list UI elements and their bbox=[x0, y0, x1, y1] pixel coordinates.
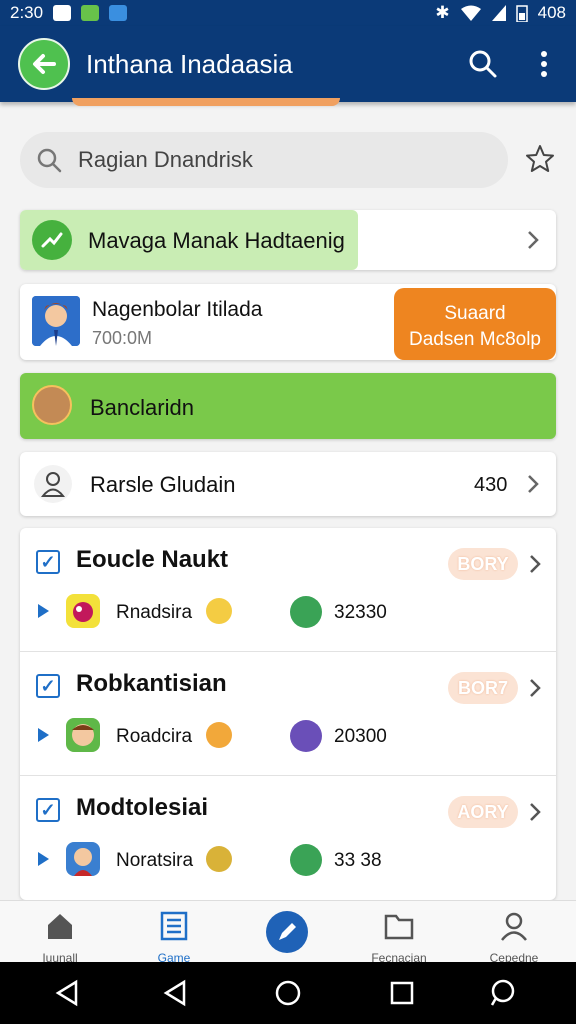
chevron-right-icon bbox=[528, 231, 539, 249]
item-title: Modtolesiai bbox=[76, 794, 209, 821]
chevron-right-icon[interactable] bbox=[528, 554, 542, 574]
green-banner-card[interactable]: Mavaga Manak Hadtaenig bbox=[20, 210, 556, 270]
profile-row-label: Rarsle Gludain bbox=[90, 472, 236, 497]
more-options-icon[interactable] bbox=[540, 51, 548, 77]
game-list: ✓ Eoucle Naukt BORY Rnadsira 32330 ✓ Rob… bbox=[20, 528, 556, 900]
item-value: 20300 bbox=[334, 726, 387, 747]
search-icon[interactable] bbox=[468, 49, 498, 79]
battery-icon bbox=[515, 5, 528, 22]
system-navigation-bar bbox=[0, 962, 576, 1024]
coin-icon bbox=[206, 846, 232, 872]
item-badge: BORY bbox=[448, 548, 518, 580]
status-bar: 2:30 ✱ 408 bbox=[0, 0, 576, 26]
promo-subtitle: 700:0M bbox=[92, 328, 153, 348]
green-banner-label: Mavaga Manak Hadtaenig bbox=[88, 228, 345, 253]
coin-icon bbox=[206, 598, 232, 624]
profile-row-count: 430 bbox=[474, 474, 508, 496]
game-icon bbox=[66, 718, 100, 752]
user-face-icon bbox=[32, 385, 72, 425]
promo-button[interactable]: Suaard Dadsen Mc8olp bbox=[394, 288, 556, 360]
game-name: Roadcira bbox=[116, 726, 193, 747]
battery-level: 408 bbox=[537, 3, 566, 22]
back-triangle-icon[interactable] bbox=[52, 978, 82, 1008]
bottom-navigation: Iuunall Game Fecnacian Cepedne bbox=[0, 900, 576, 965]
list-item[interactable]: ✓ Robkantisian BOR7 Roadcira 20300 bbox=[20, 652, 556, 776]
app-notification-icon bbox=[81, 5, 100, 21]
pen-icon bbox=[279, 923, 296, 940]
recents-square-icon[interactable] bbox=[387, 978, 417, 1008]
promo-button-line1: Suaard bbox=[444, 303, 506, 324]
search-input[interactable]: Ragian Dnandrisk bbox=[20, 132, 508, 188]
item-checkbox[interactable]: ✓ bbox=[36, 674, 60, 698]
game-name: Noratsira bbox=[116, 850, 194, 871]
game-icon bbox=[66, 842, 100, 876]
coin-icon bbox=[206, 722, 232, 748]
home-circle-icon[interactable] bbox=[273, 978, 303, 1008]
item-value: 32330 bbox=[334, 602, 387, 623]
nav-game[interactable]: Game bbox=[119, 901, 229, 965]
item-value: 33 38 bbox=[334, 850, 382, 871]
trend-icon bbox=[32, 220, 72, 260]
signal-icon bbox=[491, 5, 506, 21]
assistant-bubble-icon[interactable] bbox=[487, 978, 517, 1008]
search-value: Ragian Dnandrisk bbox=[78, 147, 253, 172]
person-icon bbox=[34, 465, 72, 503]
list-item[interactable]: ✓ Modtolesiai AORY Noratsira 33 38 bbox=[20, 776, 556, 900]
shield-notification-icon bbox=[109, 5, 128, 21]
list-item[interactable]: ✓ Eoucle Naukt BORY Rnadsira 32330 bbox=[20, 528, 556, 652]
green-bar-card[interactable]: Banclaridn bbox=[20, 373, 556, 439]
promo-title: Nagenbolar Itilada bbox=[92, 298, 263, 321]
profile-icon bbox=[501, 912, 527, 941]
item-checkbox[interactable]: ✓ bbox=[36, 550, 60, 574]
nav-home[interactable]: Iuunall bbox=[5, 901, 115, 965]
reward-orb-icon bbox=[290, 720, 322, 752]
chevron-right-icon[interactable] bbox=[528, 678, 542, 698]
item-badge: BOR7 bbox=[448, 672, 518, 704]
nav-profile[interactable]: Cepedne bbox=[459, 901, 569, 965]
reward-orb-icon bbox=[290, 844, 322, 876]
game-name: Rnadsira bbox=[116, 602, 193, 623]
tab-indicator bbox=[72, 98, 340, 106]
back-arrow-icon bbox=[33, 54, 56, 74]
play-icon[interactable] bbox=[38, 728, 49, 742]
game-icon bbox=[66, 594, 100, 628]
search-field-icon bbox=[37, 148, 62, 173]
app-title: Inthana Inadaasia bbox=[86, 48, 293, 79]
play-icon[interactable] bbox=[38, 852, 49, 866]
chevron-right-icon bbox=[528, 475, 539, 493]
status-time: 2:30 bbox=[10, 3, 44, 22]
folder-icon bbox=[384, 914, 414, 940]
profile-row[interactable]: Rarsle Gludain 430 bbox=[20, 452, 556, 516]
app-bar: Inthana Inadaasia bbox=[0, 26, 576, 102]
wifi-icon bbox=[460, 5, 481, 21]
reward-orb-icon bbox=[290, 596, 322, 628]
item-title: Robkantisian bbox=[76, 670, 227, 697]
list-icon bbox=[160, 911, 188, 941]
play-icon[interactable] bbox=[38, 604, 49, 618]
compose-button[interactable] bbox=[266, 911, 308, 953]
back-triangle-icon[interactable] bbox=[160, 978, 190, 1008]
promo-button-line2: Dadsen Mc8olp bbox=[408, 329, 542, 350]
home-icon bbox=[48, 914, 72, 939]
nav-folder[interactable]: Fecnacian bbox=[344, 901, 454, 965]
character-avatar bbox=[32, 296, 80, 346]
notification-icon bbox=[53, 5, 72, 21]
bluetooth-icon: ✱ bbox=[435, 3, 450, 22]
item-title: Eoucle Naukt bbox=[76, 546, 229, 573]
item-badge: AORY bbox=[448, 796, 518, 828]
back-button[interactable] bbox=[18, 38, 70, 90]
promo-card[interactable]: Nagenbolar Itilada 700:0M Suaard Dadsen … bbox=[20, 284, 556, 360]
green-bar-label: Banclaridn bbox=[90, 395, 194, 420]
item-checkbox[interactable]: ✓ bbox=[36, 798, 60, 822]
chevron-right-icon[interactable] bbox=[528, 802, 542, 822]
favorite-star-icon[interactable] bbox=[524, 143, 556, 175]
